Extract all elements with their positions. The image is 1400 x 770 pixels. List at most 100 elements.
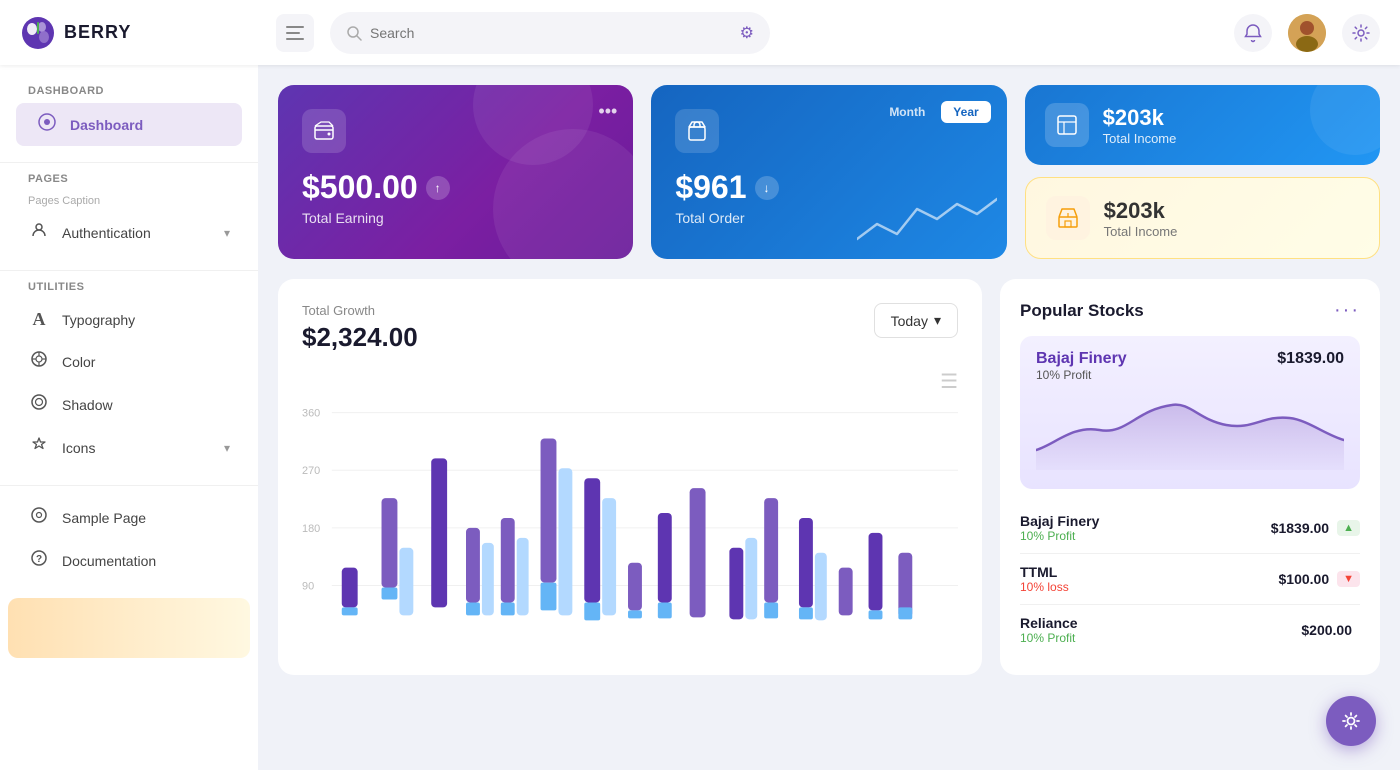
documentation-icon: ?	[28, 549, 50, 572]
sidebar-item-documentation[interactable]: ? Documentation	[8, 539, 250, 582]
dashboard-svg-icon	[38, 113, 56, 131]
order-card-icon	[675, 109, 719, 153]
earning-more-icon[interactable]: •••	[598, 101, 617, 122]
stock-bajaj-price: $1839.00	[1271, 520, 1329, 536]
bar-light-4	[482, 543, 494, 616]
period-selector: Month Year	[877, 101, 990, 123]
typography-label: Typography	[62, 312, 135, 328]
bar-chart-svg: 360 270 180 90	[302, 398, 958, 628]
total-earning-card: ••• $500.00 ↑ Total Earning	[278, 85, 633, 259]
bar-blue-13	[799, 607, 813, 619]
chart-amount: $2,324.00	[302, 322, 418, 353]
earning-card-icon	[302, 109, 346, 153]
featured-stock-chart: Bajaj Finery 10% Profit $1839.00	[1020, 336, 1360, 489]
filter-icon[interactable]: ⚙	[740, 23, 754, 43]
fab-settings-button[interactable]	[1326, 696, 1376, 746]
bar-blue-4	[466, 602, 480, 615]
earning-label: Total Earning	[302, 210, 609, 226]
bar-blue-5	[501, 602, 515, 615]
bar-purple-3	[431, 458, 447, 607]
stock-bajaj-profit: 10% Profit	[1020, 529, 1271, 543]
topbar-right	[1234, 14, 1380, 52]
income-bottom-text: $203k Total Income	[1104, 198, 1359, 239]
stocks-more-icon[interactable]: ···	[1334, 299, 1360, 322]
bar-purple-11	[729, 548, 743, 620]
popular-stocks-card: Popular Stocks ··· Bajaj Finery 10% Prof…	[1000, 279, 1380, 675]
shadow-icon	[28, 393, 50, 416]
chart-header: Total Growth $2,324.00 Today ▾	[302, 303, 958, 353]
user-avatar[interactable]	[1288, 14, 1326, 52]
bar-blue-9	[658, 602, 672, 618]
year-button[interactable]: Year	[941, 101, 990, 123]
bar-light-5	[517, 538, 529, 616]
sidebar-section-pages: Pages	[8, 173, 250, 191]
today-period-button[interactable]: Today ▾	[874, 303, 958, 338]
color-icon	[28, 350, 50, 373]
wallet-icon	[313, 120, 335, 142]
bar-group-5	[501, 518, 529, 615]
bell-icon	[1243, 23, 1263, 43]
stock-item-reliance-info: Reliance 10% Profit	[1020, 615, 1301, 645]
bar-group-7	[584, 478, 616, 620]
stock-item-bajaj: Bajaj Finery 10% Profit $1839.00 ▲	[1020, 503, 1360, 554]
month-button[interactable]: Month	[877, 101, 937, 123]
dropdown-chevron-icon: ▾	[934, 312, 941, 329]
sidebar-item-typography[interactable]: A Typography	[8, 299, 250, 340]
stock-ttml-price: $100.00	[1279, 571, 1330, 587]
earning-up-arrow-icon: ↑	[426, 176, 450, 200]
sidebar-item-authentication[interactable]: Authentication ▾	[8, 211, 250, 254]
featured-stock-name: Bajaj Finery	[1036, 350, 1127, 368]
bar-light-11	[745, 538, 757, 620]
featured-stock-mini-chart	[1036, 390, 1344, 470]
menu-icon	[286, 26, 304, 40]
shadow-label: Shadow	[62, 397, 113, 413]
bar-blue-12	[764, 602, 778, 618]
settings-button[interactable]	[1342, 14, 1380, 52]
bar-group-3	[431, 458, 447, 607]
stock-reliance-name: Reliance	[1020, 615, 1301, 631]
sidebar-item-icons[interactable]: Icons ▾	[8, 426, 250, 469]
menu-button[interactable]	[276, 14, 314, 52]
stock-reliance-price: $200.00	[1301, 622, 1352, 638]
bar-purple-9	[658, 513, 672, 602]
cards-row: ••• $500.00 ↑ Total Earning	[278, 85, 1380, 259]
sidebar-item-sample-page[interactable]: Sample Page	[8, 496, 250, 539]
total-income-top-card: $203k Total Income	[1025, 85, 1380, 165]
bar-purple-4	[466, 528, 480, 603]
bar-blue-16	[898, 607, 912, 619]
dashboard-label: Dashboard	[70, 117, 143, 133]
search-bar: ⚙	[330, 12, 770, 54]
sample-page-icon	[28, 506, 50, 529]
chart-title: Total Growth	[302, 303, 418, 318]
stocks-title: Popular Stocks	[1020, 301, 1144, 321]
documentation-label: Documentation	[62, 553, 156, 569]
bar-group-6	[541, 438, 573, 615]
shadow-svg-icon	[30, 393, 48, 411]
bar-purple-14	[839, 568, 853, 616]
sidebar-item-dashboard[interactable]: Dashboard	[16, 103, 242, 146]
app-name: BERRY	[64, 22, 131, 43]
bar-purple-1	[342, 568, 358, 608]
bar-group-11	[729, 538, 757, 620]
bar-light-13	[815, 553, 827, 621]
total-income-bottom-card: $203k Total Income	[1025, 177, 1380, 259]
notification-bell-button[interactable]	[1234, 14, 1272, 52]
sidebar-item-color[interactable]: Color	[8, 340, 250, 383]
main-content: ••• $500.00 ↑ Total Earning	[258, 65, 1400, 770]
sidebar-item-shadow[interactable]: Shadow	[8, 383, 250, 426]
order-wave-chart	[857, 189, 997, 249]
income-top-label: Total Income	[1103, 131, 1360, 146]
bar-group-2	[382, 498, 414, 615]
bar-blue-2	[382, 588, 398, 600]
color-svg-icon	[30, 350, 48, 368]
stock-ttml-name: TTML	[1020, 564, 1279, 580]
chart-menu-icon[interactable]: ☰	[302, 369, 958, 394]
sidebar-promo-banner	[8, 598, 250, 658]
bar-purple-10	[690, 488, 706, 617]
stocks-list: Bajaj Finery 10% Profit $1839.00 ▲ TTML …	[1020, 503, 1360, 655]
sample-page-label: Sample Page	[62, 510, 146, 526]
icons-icon	[28, 436, 50, 459]
search-input[interactable]	[370, 25, 732, 41]
bar-light-7	[602, 498, 616, 615]
bar-group-4	[466, 528, 494, 615]
